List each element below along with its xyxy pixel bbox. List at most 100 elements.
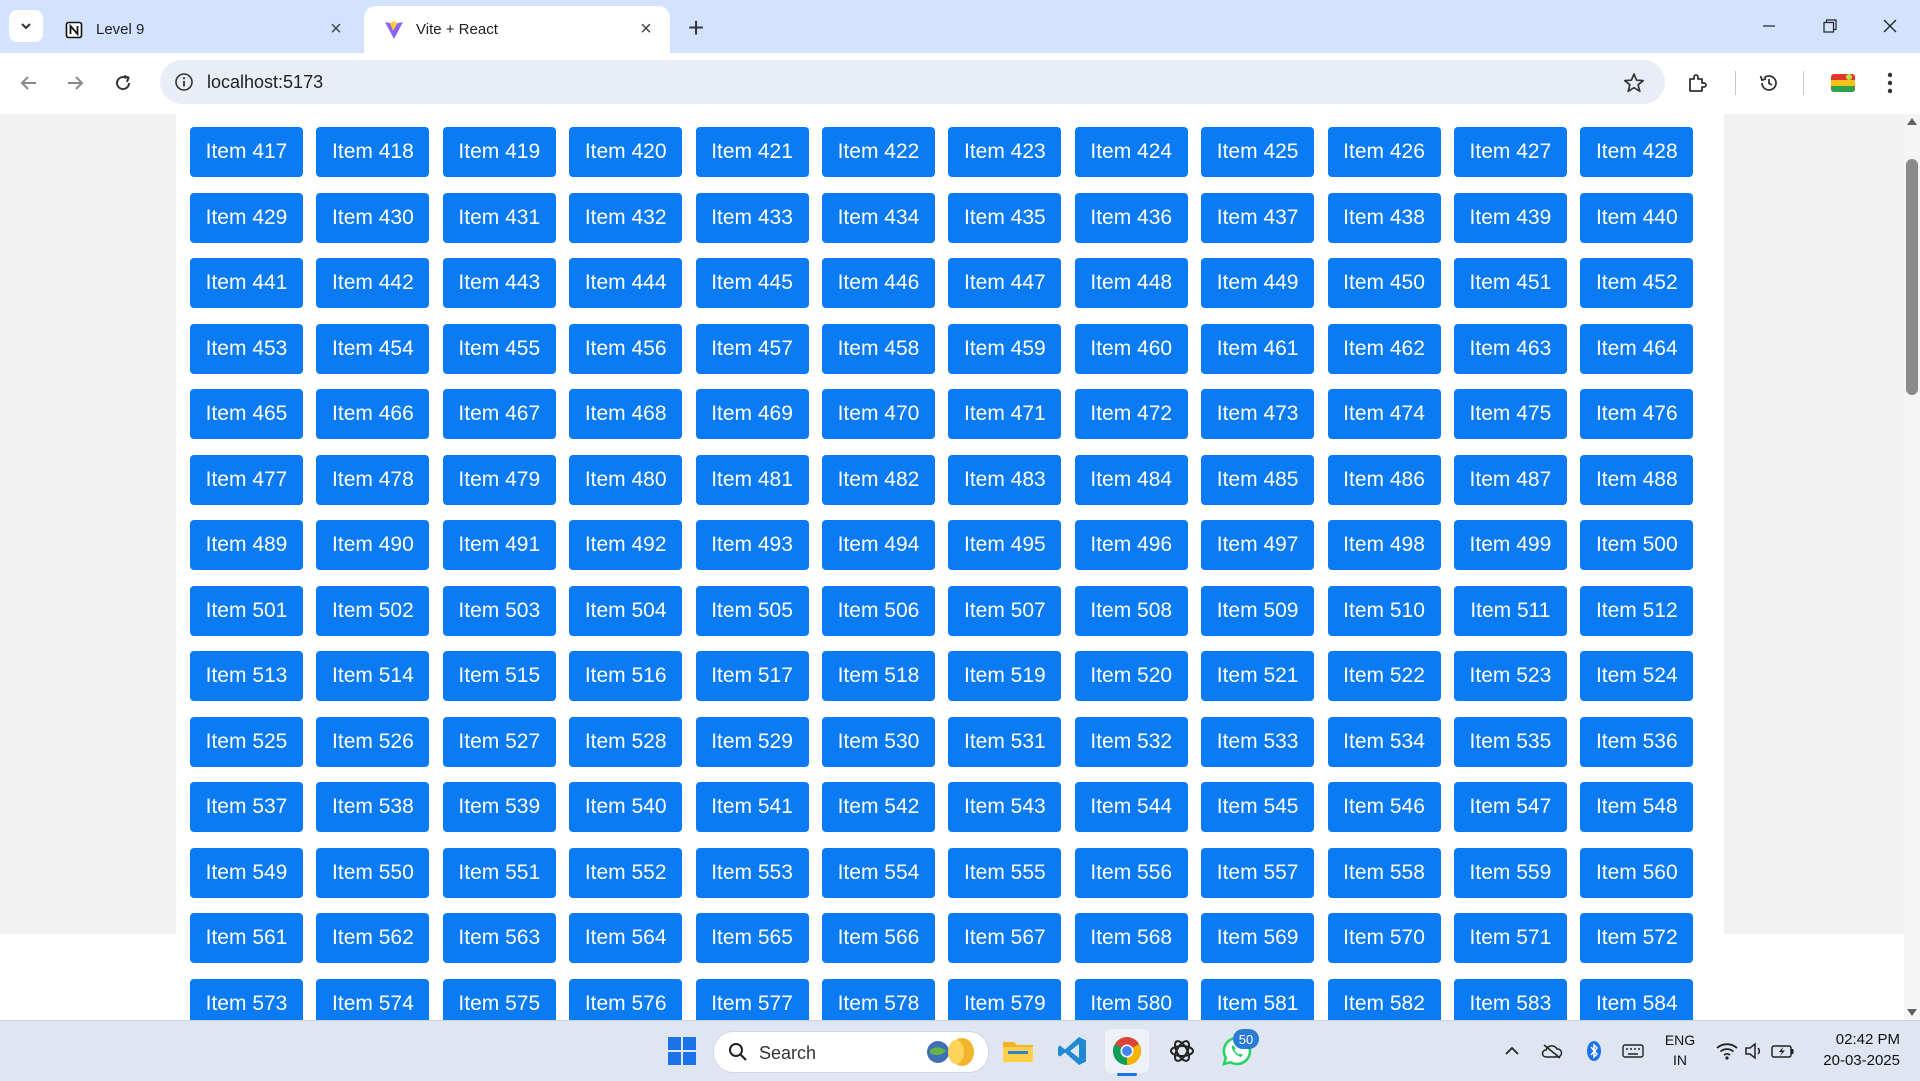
item-button[interactable]: Item 471: [948, 389, 1062, 439]
item-button[interactable]: Item 536: [1580, 716, 1694, 767]
item-button[interactable]: Item 506: [821, 585, 935, 636]
item-button[interactable]: Item 445: [695, 258, 809, 308]
history-button[interactable]: [1753, 67, 1785, 99]
start-button[interactable]: [660, 1029, 704, 1073]
item-button[interactable]: Item 489: [190, 520, 303, 570]
item-button[interactable]: Item 429: [190, 192, 303, 243]
item-button[interactable]: Item 567: [948, 913, 1062, 963]
item-button[interactable]: Item 559: [1453, 847, 1567, 898]
item-button[interactable]: Item 538: [316, 782, 430, 832]
close-icon[interactable]: ×: [636, 18, 656, 40]
scrollbar-thumb[interactable]: [1906, 159, 1918, 395]
item-button[interactable]: Item 440: [1580, 192, 1694, 243]
item-button[interactable]: Item 427: [1453, 127, 1567, 177]
item-button[interactable]: Item 481: [695, 454, 809, 505]
item-button[interactable]: Item 535: [1453, 716, 1567, 767]
item-button[interactable]: Item 423: [948, 127, 1062, 177]
scroll-up-arrow-icon[interactable]: [1907, 118, 1917, 125]
item-button[interactable]: Item 529: [695, 716, 809, 767]
input-language[interactable]: ENG IN: [1660, 1030, 1700, 1070]
item-button[interactable]: Item 569: [1201, 913, 1315, 963]
item-button[interactable]: Item 499: [1453, 520, 1567, 570]
item-button[interactable]: Item 565: [695, 913, 809, 963]
item-button[interactable]: Item 430: [316, 192, 430, 243]
extensions-button[interactable]: [1682, 67, 1714, 99]
item-button[interactable]: Item 502: [316, 585, 430, 636]
item-button[interactable]: Item 507: [948, 585, 1062, 636]
item-button[interactable]: Item 505: [695, 585, 809, 636]
item-button[interactable]: Item 470: [821, 389, 935, 439]
item-button[interactable]: Item 497: [1201, 520, 1315, 570]
item-button[interactable]: Item 516: [569, 651, 683, 701]
item-button[interactable]: Item 578: [821, 978, 935, 1020]
item-button[interactable]: Item 476: [1580, 389, 1694, 439]
new-tab-button[interactable]: +: [680, 12, 712, 44]
item-button[interactable]: Item 479: [442, 454, 556, 505]
item-button[interactable]: Item 522: [1327, 651, 1441, 701]
item-button[interactable]: Item 520: [1074, 651, 1188, 701]
item-button[interactable]: Item 447: [948, 258, 1062, 308]
item-button[interactable]: Item 443: [442, 258, 556, 308]
item-button[interactable]: Item 503: [442, 585, 556, 636]
battery-tray[interactable]: [1770, 1039, 1796, 1063]
item-button[interactable]: Item 534: [1327, 716, 1441, 767]
item-button[interactable]: Item 560: [1580, 847, 1694, 898]
item-button[interactable]: Item 530: [821, 716, 935, 767]
item-button[interactable]: Item 564: [569, 913, 683, 963]
item-button[interactable]: Item 419: [442, 127, 556, 177]
chatgpt-button[interactable]: [1160, 1029, 1204, 1073]
profile-avatar[interactable]: [1827, 67, 1859, 99]
browser-menu-button[interactable]: [1874, 67, 1906, 99]
restore-button[interactable]: [1806, 10, 1854, 42]
item-button[interactable]: Item 580: [1074, 978, 1188, 1020]
forward-button[interactable]: [59, 67, 91, 99]
item-button[interactable]: Item 480: [569, 454, 683, 505]
item-button[interactable]: Item 541: [695, 782, 809, 832]
item-button[interactable]: Item 510: [1327, 585, 1441, 636]
item-button[interactable]: Item 512: [1580, 585, 1694, 636]
item-button[interactable]: Item 539: [442, 782, 556, 832]
item-button[interactable]: Item 420: [569, 127, 683, 177]
wifi-tray[interactable]: [1715, 1039, 1739, 1063]
minimize-button[interactable]: [1745, 10, 1793, 42]
back-button[interactable]: [13, 67, 45, 99]
item-button[interactable]: Item 449: [1201, 258, 1315, 308]
item-button[interactable]: Item 500: [1580, 520, 1694, 570]
item-button[interactable]: Item 566: [821, 913, 935, 963]
item-button[interactable]: Item 554: [821, 847, 935, 898]
reload-button[interactable]: [107, 67, 139, 99]
tab-search-button[interactable]: [9, 10, 43, 42]
item-button[interactable]: Item 551: [442, 847, 556, 898]
item-button[interactable]: Item 517: [695, 651, 809, 701]
item-button[interactable]: Item 492: [569, 520, 683, 570]
item-button[interactable]: Item 514: [316, 651, 430, 701]
onedrive-tray[interactable]: [1540, 1039, 1564, 1063]
item-button[interactable]: Item 428: [1580, 127, 1694, 177]
item-button[interactable]: Item 584: [1580, 978, 1694, 1020]
item-button[interactable]: Item 437: [1201, 192, 1315, 243]
item-button[interactable]: Item 511: [1453, 585, 1567, 636]
item-button[interactable]: Item 582: [1327, 978, 1441, 1020]
item-button[interactable]: Item 452: [1580, 258, 1694, 308]
item-button[interactable]: Item 495: [948, 520, 1062, 570]
item-button[interactable]: Item 501: [190, 585, 303, 636]
system-clock[interactable]: 02:42 PM 20-03-2025: [1800, 1029, 1900, 1071]
show-hidden-icons-button[interactable]: [1500, 1039, 1524, 1063]
item-button[interactable]: Item 466: [316, 389, 430, 439]
item-button[interactable]: Item 421: [695, 127, 809, 177]
item-button[interactable]: Item 424: [1074, 127, 1188, 177]
item-button[interactable]: Item 418: [316, 127, 430, 177]
item-button[interactable]: Item 465: [190, 389, 303, 439]
item-button[interactable]: Item 552: [569, 847, 683, 898]
item-button[interactable]: Item 574: [316, 978, 430, 1020]
item-button[interactable]: Item 438: [1327, 192, 1441, 243]
item-button[interactable]: Item 454: [316, 323, 430, 374]
item-button[interactable]: Item 543: [948, 782, 1062, 832]
item-button[interactable]: Item 558: [1327, 847, 1441, 898]
item-button[interactable]: Item 458: [821, 323, 935, 374]
taskbar-search[interactable]: Search: [713, 1031, 989, 1073]
item-button[interactable]: Item 549: [190, 847, 303, 898]
item-button[interactable]: Item 532: [1074, 716, 1188, 767]
close-icon[interactable]: ×: [326, 18, 346, 40]
item-button[interactable]: Item 557: [1201, 847, 1315, 898]
